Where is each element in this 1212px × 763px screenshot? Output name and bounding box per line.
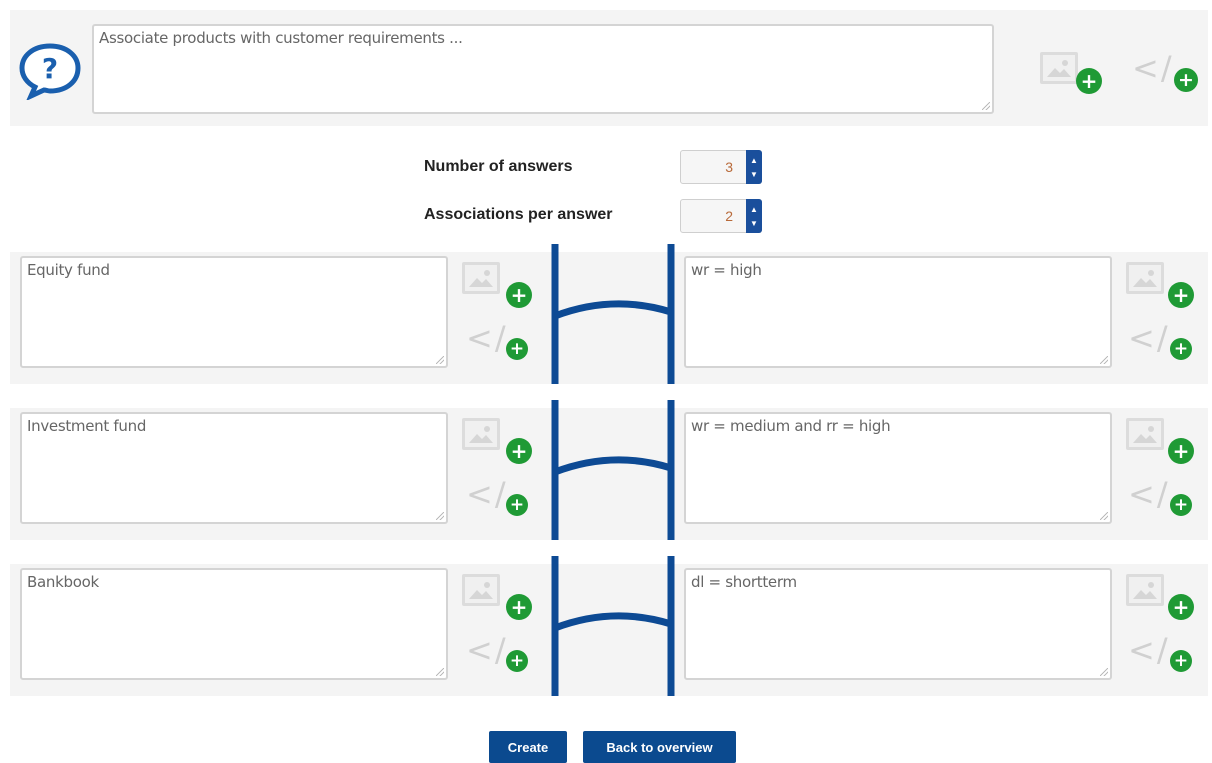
answer-text: Equity fund — [27, 261, 110, 279]
add-plus-icon[interactable]: + — [1168, 438, 1194, 464]
requirement-text: wr = medium and rr = high — [691, 417, 891, 435]
stepper-arrows[interactable]: ▲ ▼ — [746, 150, 762, 184]
add-image-icon[interactable] — [462, 574, 500, 606]
number-of-answers-stepper[interactable]: 3 ▲ ▼ — [680, 150, 762, 184]
add-plus-icon[interactable]: + — [506, 438, 532, 464]
add-image-icon[interactable] — [1126, 262, 1164, 294]
help-bubble-icon: ? — [18, 40, 82, 102]
svg-text:?: ? — [42, 52, 58, 85]
add-image-icon[interactable] — [1126, 418, 1164, 450]
add-plus-icon[interactable]: + — [1168, 282, 1194, 308]
add-code-icon[interactable]: </ — [466, 322, 508, 354]
add-plus-icon[interactable]: + — [1170, 650, 1192, 672]
number-of-answers-label: Number of answers — [424, 158, 573, 175]
add-code-icon[interactable]: </ — [466, 634, 508, 666]
question-text: Associate products with customer require… — [99, 29, 463, 47]
stepper-arrows[interactable]: ▲ ▼ — [746, 199, 762, 233]
add-plus-icon[interactable]: + — [1174, 68, 1198, 92]
add-code-icon[interactable]: </ — [1132, 52, 1174, 84]
association-connector[interactable] — [548, 244, 678, 384]
requirement-input[interactable]: wr = high — [684, 256, 1112, 368]
add-plus-icon[interactable]: + — [506, 282, 532, 308]
association-connector[interactable] — [548, 400, 678, 540]
answer-input[interactable]: Bankbook — [20, 568, 448, 680]
create-button[interactable]: Create — [489, 731, 567, 763]
add-code-icon[interactable]: </ — [1128, 634, 1170, 666]
add-image-icon[interactable] — [462, 418, 500, 450]
add-plus-icon[interactable]: + — [506, 338, 528, 360]
add-image-icon[interactable] — [1126, 574, 1164, 606]
add-plus-icon[interactable]: + — [506, 594, 532, 620]
resize-grip[interactable] — [1100, 668, 1108, 676]
answer-text: Investment fund — [27, 417, 147, 435]
association-connector[interactable] — [548, 556, 678, 696]
answer-input[interactable]: Equity fund — [20, 256, 448, 368]
add-code-icon[interactable]: </ — [1128, 478, 1170, 510]
answer-input[interactable]: Investment fund — [20, 412, 448, 524]
requirement-input[interactable]: dl = shortterm — [684, 568, 1112, 680]
add-image-icon[interactable] — [462, 262, 500, 294]
associations-per-answer-stepper[interactable]: 2 ▲ ▼ — [680, 199, 762, 233]
add-plus-icon[interactable]: + — [506, 494, 528, 516]
add-code-icon[interactable]: </ — [1128, 322, 1170, 354]
requirement-text: wr = high — [691, 261, 762, 279]
add-image-icon[interactable] — [1040, 52, 1078, 84]
resize-grip[interactable] — [1100, 512, 1108, 520]
add-plus-icon[interactable]: + — [1170, 338, 1192, 360]
back-to-overview-button[interactable]: Back to overview — [583, 731, 736, 763]
resize-grip[interactable] — [436, 668, 444, 676]
associations-per-answer-label: Associations per answer — [424, 206, 613, 223]
associations-per-answer-value: 2 — [725, 208, 733, 224]
add-code-icon[interactable]: </ — [466, 478, 508, 510]
resize-grip[interactable] — [436, 512, 444, 520]
number-of-answers-value: 3 — [725, 159, 733, 175]
requirement-text: dl = shortterm — [691, 573, 797, 591]
requirement-input[interactable]: wr = medium and rr = high — [684, 412, 1112, 524]
add-plus-icon[interactable]: + — [1076, 68, 1102, 94]
add-plus-icon[interactable]: + — [1170, 494, 1192, 516]
add-plus-icon[interactable]: + — [506, 650, 528, 672]
resize-grip[interactable] — [436, 356, 444, 364]
resize-grip[interactable] — [1100, 356, 1108, 364]
resize-grip[interactable] — [982, 102, 990, 110]
question-input[interactable]: Associate products with customer require… — [92, 24, 994, 114]
answer-text: Bankbook — [27, 573, 99, 591]
add-plus-icon[interactable]: + — [1168, 594, 1194, 620]
